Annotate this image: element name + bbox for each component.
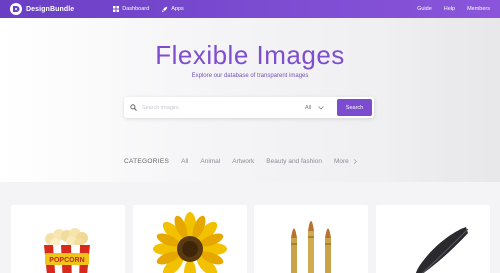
hero: Flexible Images Explore our database of … [0,18,500,182]
category-more-label: More [333,158,349,165]
bullets-image [291,221,331,273]
nav-members[interactable]: Members [467,6,490,12]
page-subtitle: Explore our database of transparent imag… [191,73,309,79]
nav-apps[interactable]: Apps [161,6,184,13]
nav-apps-label: Apps [171,6,184,12]
brand-logo-icon [10,3,22,15]
feather-image [415,227,469,273]
brand[interactable]: DesignBundle [10,3,74,15]
image-card-popcorn[interactable]: POPCORN [11,205,125,273]
category-animal[interactable]: Animal [200,158,220,165]
popcorn-card-text: POPCORN [49,257,84,264]
category-more[interactable]: More [334,158,358,165]
nav-guide[interactable]: Guide [417,6,432,12]
category-all[interactable]: All [181,158,188,165]
nav-help[interactable]: Help [444,6,455,12]
brand-name: DesignBundle [26,5,75,13]
rocket-icon [162,6,168,12]
search-button[interactable]: Search [337,99,372,116]
category-beauty-and-fashion[interactable]: Beauty and fashion [266,158,322,165]
nav-dashboard-label: Dashboard [122,6,150,12]
category-filter: CATEGORIES All Animal Artwork Beauty and… [124,158,358,165]
image-card-sunflower[interactable] [133,205,247,273]
dashboard-icon [113,6,120,12]
page-title: Flexible Images [155,40,345,70]
image-grid: POPCORN [0,182,500,273]
image-card-feather[interactable] [376,205,490,273]
chevron-down-icon[interactable] [311,105,331,110]
nav-dashboard[interactable]: Dashboard [113,6,149,12]
chevron-right-icon [353,159,357,164]
image-card-bullets[interactable] [254,205,368,273]
popcorn-image: POPCORN [44,228,90,273]
category-artwork[interactable]: Artwork [232,158,254,165]
top-nav: DesignBundle Dashboard Apps Guide Help M… [0,0,500,18]
categories-label: CATEGORIES [124,158,170,165]
search-bar: All Search [124,97,374,118]
search-input[interactable] [142,104,297,111]
sunflower-image [153,212,227,273]
search-icon [124,104,142,111]
